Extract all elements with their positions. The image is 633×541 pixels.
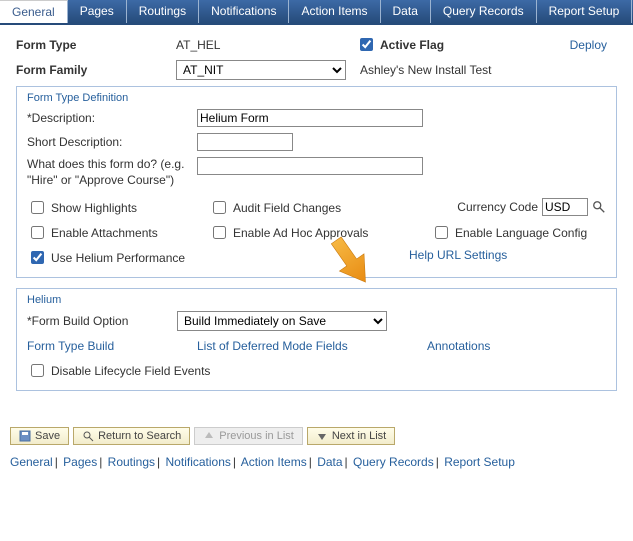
save-button[interactable]: Save [10,427,69,445]
enable-ad-hoc-approvals-label: Enable Ad Hoc Approvals [233,226,368,240]
bottom-link-report-setup[interactable]: Report Setup [444,455,515,469]
help-url-settings-link[interactable]: Help URL Settings [409,248,507,262]
return-to-search-label: Return to Search [98,430,181,442]
bottom-link-data[interactable]: Data [317,455,342,469]
currency-code-label: Currency Code [457,200,538,214]
previous-in-list-label: Previous in List [219,430,294,442]
return-to-search-button[interactable]: Return to Search [73,427,190,445]
bottom-link-general[interactable]: General [10,455,53,469]
enable-attachments-checkbox[interactable] [31,226,44,239]
active-flag-label: Active Flag [380,38,444,52]
description-label: *Description: [27,111,197,125]
tab-query-records[interactable]: Query Records [431,0,537,23]
form-type-label: Form Type [16,38,176,52]
enable-attachments-label: Enable Attachments [51,226,158,240]
tab-data[interactable]: Data [381,0,431,23]
form-type-build-link[interactable]: Form Type Build [27,339,167,353]
form-family-label: Form Family [16,63,176,77]
tab-bar: General Pages Routings Notifications Act… [0,0,633,25]
tab-routings[interactable]: Routings [127,0,199,23]
currency-code-input[interactable] [542,198,588,216]
use-helium-performance-checkbox[interactable] [31,251,44,264]
tab-general[interactable]: General [0,0,68,23]
form-type-definition-title: Form Type Definition [27,92,606,104]
annotations-link[interactable]: Annotations [427,339,490,353]
bottom-link-query-records[interactable]: Query Records [353,455,434,469]
action-toolbar: Save Return to Search Previous in List N… [0,421,633,451]
tab-pages[interactable]: Pages [68,0,127,23]
bottom-link-routings[interactable]: Routings [108,455,155,469]
tab-action-items[interactable]: Action Items [289,0,380,23]
audit-field-changes-label: Audit Field Changes [233,201,341,215]
form-family-select[interactable]: AT_NIT [176,60,346,80]
arrow-down-icon [316,430,328,442]
enable-language-config-checkbox[interactable] [435,226,448,239]
short-description-label: Short Description: [27,135,197,149]
tab-notifications[interactable]: Notifications [199,0,289,23]
bottom-link-action-items[interactable]: Action Items [241,455,307,469]
short-description-input[interactable] [197,133,293,151]
disable-lifecycle-events-checkbox[interactable] [31,364,44,377]
form-type-definition-fieldset: Form Type Definition *Description: Short… [16,86,617,278]
helium-title: Helium [27,294,606,306]
bottom-link-pages[interactable]: Pages [63,455,97,469]
deferred-mode-fields-link[interactable]: List of Deferred Mode Fields [197,339,397,353]
bottom-link-notifications[interactable]: Notifications [166,455,231,469]
save-icon [19,430,31,442]
form-type-value: AT_HEL [176,38,346,52]
description-input[interactable] [197,109,423,127]
bottom-link-bar: General| Pages| Routings| Notifications|… [0,451,633,473]
lookup-icon[interactable] [592,200,606,214]
form-family-desc: Ashley's New Install Test [360,63,491,77]
arrow-up-icon [203,430,215,442]
use-helium-performance-label: Use Helium Performance [51,251,185,265]
audit-field-changes-checkbox[interactable] [213,201,226,214]
show-highlights-checkbox[interactable] [31,201,44,214]
form-build-option-label: *Form Build Option [27,314,177,328]
show-highlights-label: Show Highlights [51,201,137,215]
what-does-input[interactable] [197,157,423,175]
save-button-label: Save [35,430,60,442]
active-flag-checkbox[interactable] [360,38,373,51]
what-does-label: What does this form do? (e.g. "Hire" or … [27,157,197,188]
search-icon [82,430,94,442]
tab-report-setup[interactable]: Report Setup [537,0,633,23]
enable-language-config-label: Enable Language Config [455,226,587,240]
disable-lifecycle-events-label: Disable Lifecycle Field Events [51,364,210,378]
next-in-list-button[interactable]: Next in List [307,427,395,445]
enable-ad-hoc-approvals-checkbox[interactable] [213,226,226,239]
helium-fieldset: Helium *Form Build Option Build Immediat… [16,288,617,391]
previous-in-list-button: Previous in List [194,427,303,445]
next-in-list-label: Next in List [332,430,386,442]
form-build-option-select[interactable]: Build Immediately on Save [177,311,387,331]
deploy-link[interactable]: Deploy [570,38,607,52]
